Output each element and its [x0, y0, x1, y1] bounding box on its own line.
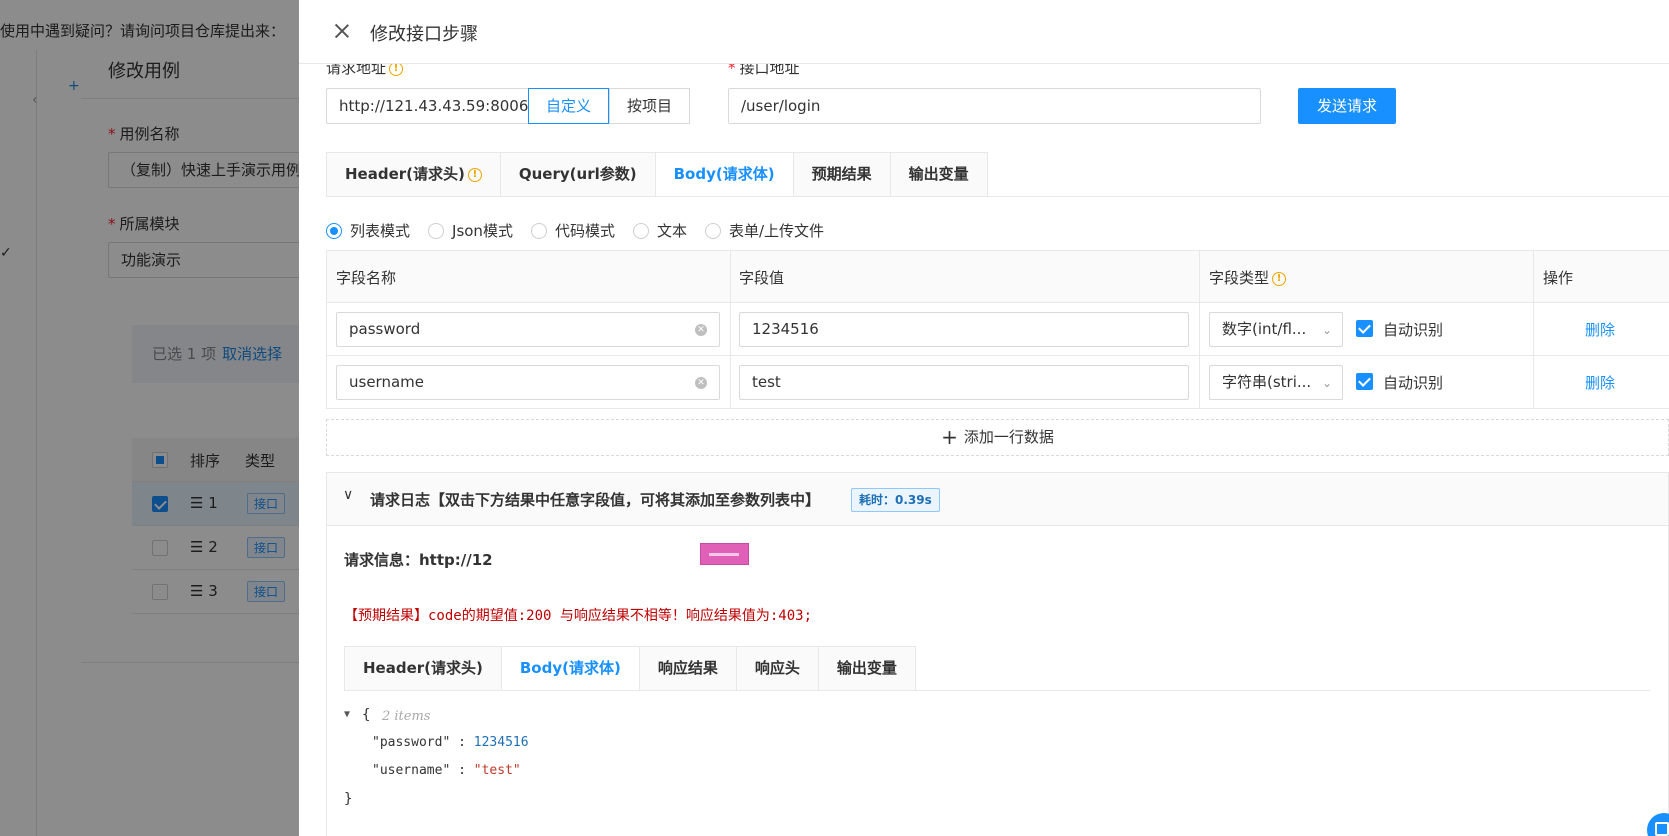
clear-icon[interactable]: ✕: [695, 377, 707, 389]
col-type: 字段类型!: [1209, 267, 1287, 288]
tab-query[interactable]: Query(url参数): [499, 152, 655, 197]
clear-icon[interactable]: ✕: [695, 324, 707, 336]
col-divider: [1199, 303, 1200, 355]
tab-body[interactable]: Body(请求体): [654, 152, 793, 197]
json-brace: {: [362, 707, 371, 723]
body-mode-radios: 列表模式 Json模式 代码模式 文本 表单/上传文件: [326, 220, 842, 241]
plus-icon: +: [941, 425, 958, 449]
request-info: 请求信息：http://12: [344, 551, 493, 569]
request-tabs: Header(请求头)! Query(url参数) Body(请求体) 预期结果…: [326, 152, 988, 197]
radio-code-mode[interactable]: 代码模式: [530, 220, 615, 241]
result-tabs: Header(请求头) Body(请求体) 响应结果 响应头 输出变量: [344, 646, 916, 691]
time-badge: 耗时：0.39s: [851, 488, 940, 512]
col-name: 字段名称: [336, 269, 397, 287]
radio-dot[interactable]: [428, 222, 445, 239]
col-divider: [1533, 303, 1534, 355]
chevron-down-icon: ⌄: [1321, 323, 1332, 337]
tabs-divider: [344, 690, 1650, 691]
tab-result-output[interactable]: 输出变量: [817, 646, 916, 691]
send-request-button[interactable]: 发送请求: [1298, 88, 1396, 124]
tab-expected[interactable]: 预期结果: [792, 152, 890, 197]
col-divider: [730, 303, 731, 355]
request-log-panel: ∨ 请求日志【双击下方结果中任意字段值，可将其添加至参数列表中】 耗时：0.39…: [326, 472, 1669, 836]
json-entry[interactable]: "username" : "test": [372, 763, 521, 778]
image-thumbnail[interactable]: [700, 543, 749, 565]
col-divider: [730, 356, 731, 408]
param-table-header: 字段名称 字段值 字段类型! 操作: [326, 251, 1669, 303]
base-url-input[interactable]: http://121.43.43.59:8006: [326, 88, 528, 124]
json-entry[interactable]: "password" : 1234516: [372, 735, 529, 750]
field-value-input[interactable]: 1234516: [739, 312, 1189, 347]
radio-json-mode[interactable]: Json模式: [428, 220, 513, 241]
table-row: password ✕ 1234516 数字(int/fl... ⌄ 自动识别 删除: [326, 303, 1669, 356]
radio-text-mode[interactable]: 文本: [632, 220, 687, 241]
auto-detect-label: 自动识别: [1383, 321, 1444, 339]
col-divider: [730, 251, 731, 302]
tab-result-resp-header[interactable]: 响应头: [735, 646, 818, 691]
log-header[interactable]: ∨ 请求日志【双击下方结果中任意字段值，可将其添加至参数列表中】 耗时：0.39…: [327, 473, 1668, 526]
col-value: 字段值: [739, 269, 785, 287]
field-type-select[interactable]: 数字(int/fl... ⌄: [1209, 312, 1343, 347]
json-items-hint: 2 items: [382, 709, 431, 724]
col-divider: [1199, 356, 1200, 408]
radio-dot[interactable]: [632, 222, 649, 239]
tab-result-body[interactable]: Body(请求体): [500, 646, 639, 691]
col-divider: [1533, 356, 1534, 408]
col-divider: [1199, 251, 1200, 302]
auto-detect-checkbox[interactable]: [1356, 373, 1373, 390]
radio-form-mode[interactable]: 表单/上传文件: [704, 220, 824, 241]
edit-step-drawer: 修改接口步骤 请求地址! * 接口地址 http://121.43.43.59:8…: [299, 0, 1669, 836]
expect-warning: 【预期结果】code的期望值:200 与响应结果不相等！响应结果值为:403;: [344, 608, 813, 624]
col-divider: [1533, 251, 1534, 302]
api-path-input[interactable]: /user/login: [728, 88, 1261, 124]
json-brace: }: [344, 791, 353, 807]
drawer-title: 修改接口步骤: [370, 24, 478, 45]
radio-dot[interactable]: [530, 222, 547, 239]
tab-result-response[interactable]: 响应结果: [638, 646, 736, 691]
field-name-input[interactable]: password ✕: [336, 312, 720, 347]
delete-link[interactable]: 删除: [1585, 372, 1615, 393]
custom-mode-button[interactable]: 自定义: [528, 88, 609, 124]
auto-detect-label: 自动识别: [1383, 374, 1444, 392]
chevron-down-icon: ⌄: [1321, 376, 1332, 390]
radio-dot[interactable]: [704, 222, 721, 239]
close-icon[interactable]: [333, 22, 351, 40]
tab-header[interactable]: Header(请求头)!: [326, 152, 500, 197]
field-name-input[interactable]: username ✕: [336, 365, 720, 400]
tab-output[interactable]: 输出变量: [889, 152, 988, 197]
tabs-divider: [326, 196, 1669, 197]
col-action: 操作: [1543, 269, 1574, 287]
drawer-header: 修改接口步骤: [299, 0, 1669, 64]
chevron-down-icon[interactable]: ∨: [343, 487, 353, 503]
add-row-button[interactable]: + 添加一行数据: [326, 419, 1669, 456]
field-value-input[interactable]: test: [739, 365, 1189, 400]
field-type-select[interactable]: 字符串(stri... ⌄: [1209, 365, 1343, 400]
auto-detect-checkbox[interactable]: [1356, 320, 1373, 337]
log-title: 请求日志【双击下方结果中任意字段值，可将其添加至参数列表中】: [370, 491, 821, 509]
project-mode-button[interactable]: 按项目: [609, 88, 690, 124]
radio-list-mode[interactable]: 列表模式: [326, 220, 410, 241]
tab-result-header[interactable]: Header(请求头): [344, 646, 501, 691]
info-icon[interactable]: !: [467, 167, 482, 182]
param-table: 字段名称 字段值 字段类型! 操作 password ✕ 1234516 数字(i…: [326, 250, 1669, 409]
table-row: username ✕ test 字符串(stri... ⌄ 自动识别 删除: [326, 356, 1669, 409]
radio-dot[interactable]: [326, 222, 342, 239]
delete-link[interactable]: 删除: [1585, 319, 1615, 340]
triangle-down-icon[interactable]: ▼: [344, 709, 350, 720]
info-icon[interactable]: !: [1272, 271, 1287, 286]
